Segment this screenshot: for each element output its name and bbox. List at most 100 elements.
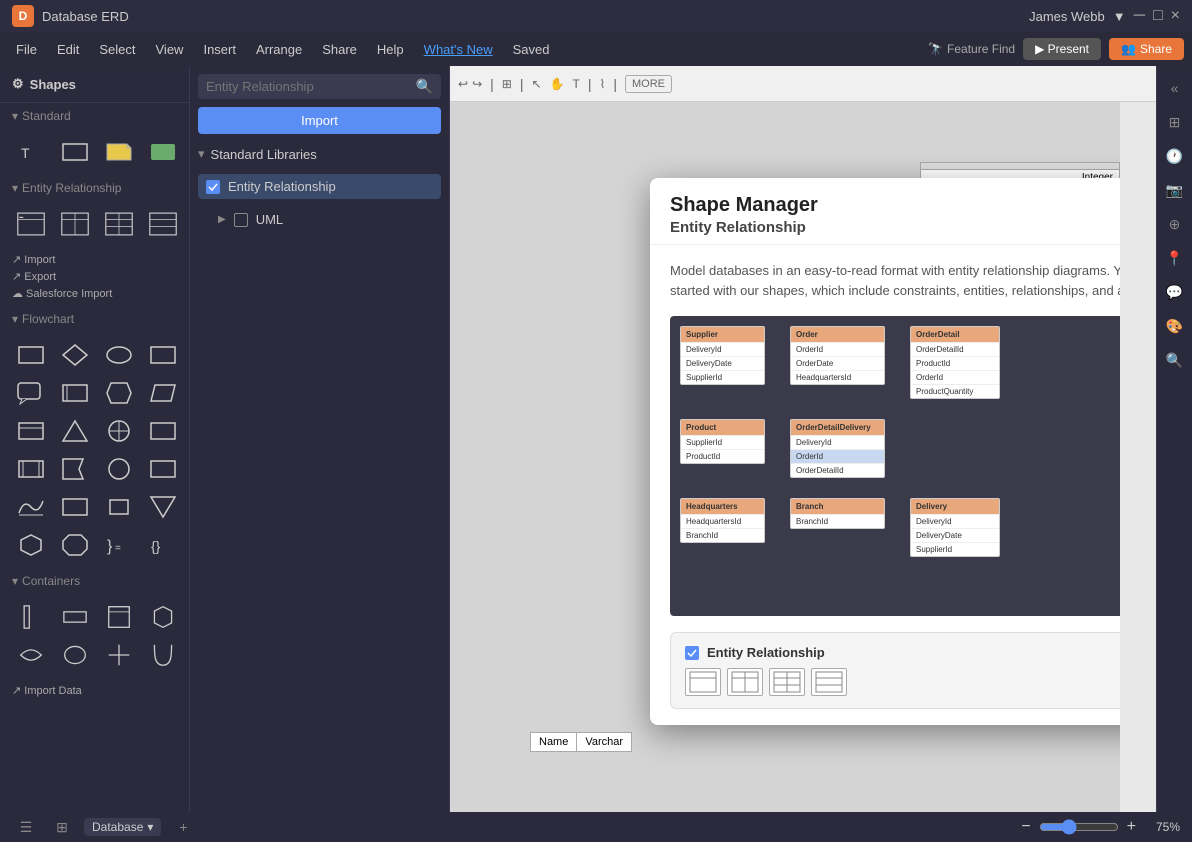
export-btn[interactable]: ↗ Export <box>12 270 177 283</box>
fc-shape-para[interactable] <box>144 376 182 410</box>
fc-shape-rect[interactable] <box>12 338 50 372</box>
uml-checkbox[interactable] <box>234 213 248 227</box>
fc-shape-oval[interactable] <box>100 338 138 372</box>
menu-help[interactable]: Help <box>369 38 412 61</box>
list-view-btn[interactable]: ☰ <box>12 813 40 841</box>
cont-shape-2[interactable] <box>56 600 94 634</box>
fc-shape-brace1[interactable]: }= <box>100 528 138 562</box>
fc-shape-brace2[interactable]: {} <box>144 528 182 562</box>
close-btn[interactable]: × <box>1171 7 1180 25</box>
minimize-btn[interactable]: ─ <box>1134 7 1145 25</box>
fc-shape-rect2[interactable] <box>144 338 182 372</box>
fc-shape-rect3[interactable] <box>56 376 94 410</box>
search-panel-btn[interactable]: 🔍 <box>1161 346 1189 374</box>
footer-checkbox[interactable] <box>685 646 699 660</box>
er-shape-3[interactable] <box>100 207 138 241</box>
fc-shape-rect8[interactable] <box>56 490 94 524</box>
er-shape-4[interactable] <box>144 207 182 241</box>
cont-shape-5[interactable] <box>12 638 50 672</box>
menu-file[interactable]: File <box>8 38 45 61</box>
import-btn[interactable]: ↗ Import <box>12 253 177 266</box>
salesforce-btn[interactable]: ☁ Salesforce Import <box>12 287 177 300</box>
shape-green-rect[interactable] <box>144 135 182 169</box>
cont-shape-4[interactable] <box>144 600 182 634</box>
collapse-panel-btn[interactable]: « <box>1161 74 1189 102</box>
fc-shape-sq[interactable] <box>100 490 138 524</box>
fc-shape-flag[interactable] <box>56 452 94 486</box>
fc-shape-hex2[interactable] <box>12 528 50 562</box>
fc-shape-circ2[interactable] <box>100 452 138 486</box>
zoom-in-btn[interactable]: + <box>1127 818 1136 836</box>
erd-table-orderdetaildelivery: OrderDetailDelivery DeliveryId OrderId O… <box>790 419 885 478</box>
redo-btn[interactable]: ↪ <box>472 77 482 91</box>
share-button[interactable]: 👥 Share <box>1109 38 1184 60</box>
sidebar-section-flowchart[interactable]: ▾ Flowchart <box>0 306 189 332</box>
search-icon[interactable]: 🔍 <box>416 78 433 95</box>
fc-shape-rect6[interactable] <box>12 452 50 486</box>
shape-note[interactable] <box>100 135 138 169</box>
format-btn[interactable]: ⊞ <box>1161 108 1189 136</box>
zoom-out-btn[interactable]: − <box>1021 818 1030 836</box>
canvas-area[interactable]: ↩ ↪ | ⊞ | ↖ ✋ T | ⌇ | MORE Integer <box>450 66 1156 842</box>
menu-share[interactable]: Share <box>314 38 365 61</box>
er-checkbox[interactable] <box>206 180 220 194</box>
zoom-fit-btn[interactable]: ⊞ <box>502 77 512 91</box>
menu-view[interactable]: View <box>148 38 192 61</box>
location-btn[interactable]: 📍 <box>1161 244 1189 272</box>
sidebar-section-er[interactable]: ▾ Entity Relationship <box>0 175 189 201</box>
shape-text[interactable]: T <box>12 135 50 169</box>
layers-btn[interactable]: ⊕ <box>1161 210 1189 238</box>
hand-btn[interactable]: ✋ <box>550 77 565 91</box>
shape-rect[interactable] <box>56 135 94 169</box>
menu-whats-new[interactable]: What's New <box>416 38 501 61</box>
more-btn[interactable]: MORE <box>625 75 672 93</box>
undo-btn[interactable]: ↩ <box>458 77 468 91</box>
er-shape-1[interactable]: ▬ <box>12 207 50 241</box>
lib-item-uml[interactable]: ▶ UML <box>198 207 441 232</box>
import-data-btn[interactable]: ↗ Import Data <box>12 684 177 697</box>
menu-arrange[interactable]: Arrange <box>248 38 310 61</box>
comment-btn[interactable]: 💬 <box>1161 278 1189 306</box>
maximize-btn[interactable]: □ <box>1153 7 1163 25</box>
pointer-btn[interactable]: ↖ <box>531 77 541 91</box>
er-shapes-grid: ▬ <box>0 201 189 247</box>
fc-shape-tri2[interactable] <box>144 490 182 524</box>
text-btn[interactable]: T <box>572 77 579 91</box>
menu-insert[interactable]: Insert <box>195 38 244 61</box>
style-btn[interactable]: 🎨 <box>1161 312 1189 340</box>
camera-btn[interactable]: 📷 <box>1161 176 1189 204</box>
fc-shape-rect5[interactable] <box>144 414 182 448</box>
import-shape-btn[interactable]: Import <box>198 107 441 134</box>
er-shape-2[interactable] <box>56 207 94 241</box>
menu-saved[interactable]: Saved <box>505 38 558 61</box>
fc-shape-oct[interactable] <box>56 528 94 562</box>
cont-shape-3[interactable] <box>100 600 138 634</box>
canvas-content[interactable]: Integer Varchar 1..* 1..* Name Varchar <box>450 102 1120 812</box>
add-page-btn[interactable]: + <box>169 813 197 841</box>
menu-edit[interactable]: Edit <box>49 38 87 61</box>
sidebar-section-containers[interactable]: ▾ Containers <box>0 568 189 594</box>
fc-shape-chat[interactable] <box>12 376 50 410</box>
clock-btn[interactable]: 🕐 <box>1161 142 1189 170</box>
fc-shape-rect4[interactable] <box>12 414 50 448</box>
conn-btn[interactable]: ⌇ <box>599 77 605 91</box>
cont-shape-1[interactable] <box>12 600 50 634</box>
fc-shape-wave[interactable] <box>12 490 50 524</box>
lib-item-er[interactable]: Entity Relationship <box>198 174 441 199</box>
sidebar-section-standard[interactable]: ▾ Standard <box>0 103 189 129</box>
fc-shape-hex[interactable] <box>100 376 138 410</box>
fc-shape-diamond[interactable] <box>56 338 94 372</box>
grid-view-btn[interactable]: ⊞ <box>48 813 76 841</box>
cont-shape-6[interactable] <box>56 638 94 672</box>
cont-shape-7[interactable] <box>100 638 138 672</box>
menu-select[interactable]: Select <box>91 38 143 61</box>
fc-shape-tri[interactable] <box>56 414 94 448</box>
fc-shape-rect7[interactable] <box>144 452 182 486</box>
database-selector[interactable]: Database ▾ <box>84 818 161 836</box>
cont-shape-8[interactable] <box>144 638 182 672</box>
feature-find[interactable]: 🔭 Feature Find <box>928 42 1015 56</box>
search-input[interactable] <box>206 79 410 94</box>
present-button[interactable]: ▶ Present <box>1023 38 1101 60</box>
fc-shape-circle[interactable] <box>100 414 138 448</box>
zoom-slider[interactable] <box>1039 819 1119 835</box>
